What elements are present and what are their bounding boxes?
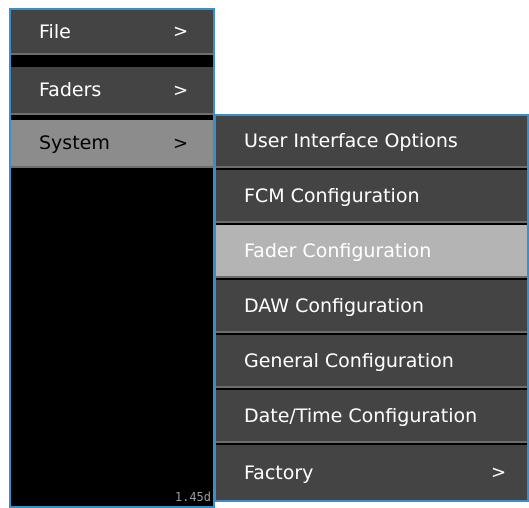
menu-item-file[interactable]: File > — [11, 10, 213, 55]
menu-item-label: File — [39, 20, 71, 43]
submenu-item-daw-configuration[interactable]: DAW Configuration — [216, 280, 527, 333]
submenu-item-factory[interactable]: Factory > — [216, 445, 527, 500]
submenu-item-user-interface-options[interactable]: User Interface Options — [216, 116, 527, 168]
main-menu: File > Faders > System > 1.45d — [9, 8, 215, 508]
chevron-right-icon: > — [173, 79, 189, 101]
submenu-item-label: Fader Configuration — [244, 239, 432, 262]
submenu-item-label: User Interface Options — [244, 130, 458, 152]
chevron-right-icon: > — [173, 21, 189, 42]
menu-item-faders[interactable]: Faders > — [11, 67, 213, 115]
submenu-item-general-configuration[interactable]: General Configuration — [216, 335, 527, 388]
submenu-item-label: Factory — [244, 461, 314, 484]
menu-item-label: System — [39, 132, 110, 154]
chevron-right-icon: > — [491, 462, 507, 483]
submenu-item-label: Date/Time Configuration — [244, 404, 478, 427]
menu-item-label: Faders — [39, 79, 102, 101]
submenu-item-label: General Configuration — [244, 349, 454, 372]
chevron-right-icon: > — [173, 132, 189, 154]
menu-item-system[interactable]: System > — [11, 120, 213, 168]
submenu-item-label: DAW Configuration — [244, 294, 424, 317]
system-submenu: User Interface Options FCM Configuration… — [214, 114, 529, 502]
version-label: 1.45d — [174, 490, 211, 504]
submenu-item-label: FCM Configuration — [244, 184, 420, 207]
submenu-item-date-time-configuration[interactable]: Date/Time Configuration — [216, 390, 527, 443]
submenu-item-fader-configuration[interactable]: Fader Configuration — [216, 225, 527, 278]
submenu-item-fcm-configuration[interactable]: FCM Configuration — [216, 170, 527, 223]
